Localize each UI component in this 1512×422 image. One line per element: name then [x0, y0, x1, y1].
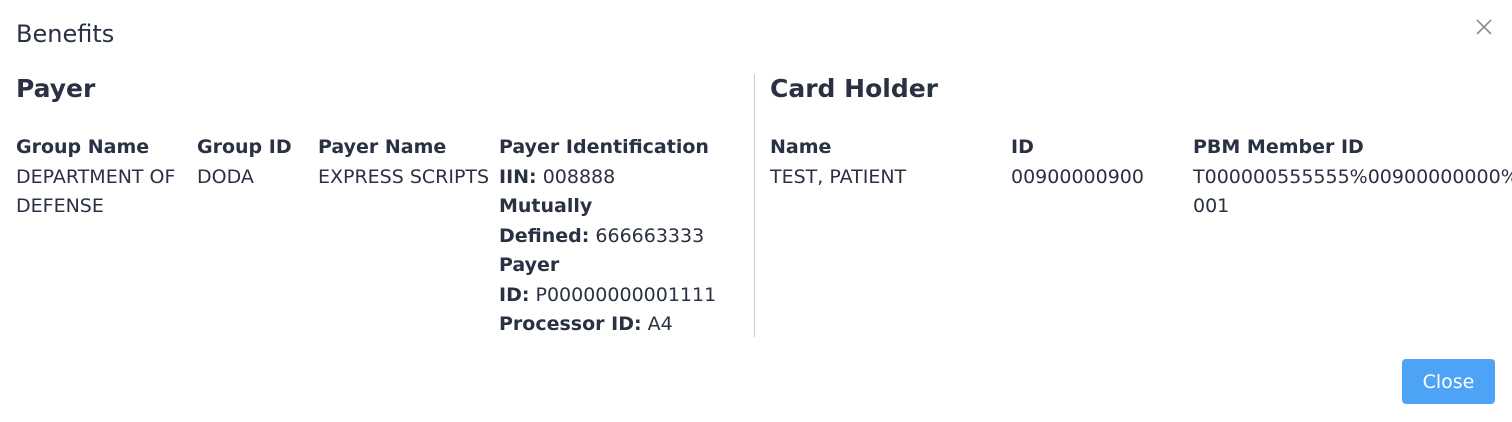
group-id-field: Group ID DODA — [197, 133, 292, 192]
payer-section-title: Payer — [16, 74, 96, 103]
dialog-title: Benefits — [16, 20, 115, 48]
holder-name-field: Name TEST, PATIENT — [770, 133, 906, 192]
processor-id-label: Processor ID: — [499, 313, 642, 335]
iin-label: IIN: — [499, 165, 537, 188]
card-holder-section-title: Card Holder — [770, 74, 938, 103]
payer-name-field: Payer Name EXPRESS SCRIPTS — [318, 133, 489, 192]
processor-id-line: Processor ID: A4 — [499, 310, 716, 340]
mutually-defined-label-line1: Mutually — [499, 195, 593, 217]
mutually-defined-label: Defined: — [499, 224, 590, 247]
mutually-defined-line: Defined: 666663333 — [499, 222, 716, 252]
payer-identification-label: Payer Identification — [499, 136, 709, 158]
pbm-member-id-value-line1: T000000555555%00900000000% — [1193, 165, 1512, 188]
holder-name-value: TEST, PATIENT — [770, 165, 907, 188]
holder-id-value: 00900000900 — [1011, 165, 1144, 188]
group-id-value: DODA — [197, 165, 254, 188]
group-name-label: Group Name — [16, 136, 150, 158]
group-name-value-line2: DEFENSE — [16, 195, 104, 217]
processor-id-value: A4 — [647, 313, 673, 335]
payer-id-value: P00000000001111 — [535, 283, 717, 306]
section-divider — [754, 74, 755, 337]
iin-value: 008888 — [542, 165, 616, 188]
benefits-dialog: Benefits Payer Group Name DEPARTMENT OF … — [0, 0, 1512, 422]
payer-name-label: Payer Name — [318, 136, 447, 158]
group-id-label: Group ID — [197, 136, 292, 158]
payer-identification-field: Payer Identification IIN: 008888 Mutuall… — [499, 133, 716, 340]
iin-line: IIN: 008888 — [499, 163, 716, 193]
holder-id-label: ID — [1011, 136, 1034, 158]
close-button[interactable]: Close — [1402, 359, 1495, 404]
mutually-defined-value: 666663333 — [595, 224, 705, 247]
pbm-member-id-value-line2: 001 — [1193, 195, 1230, 217]
group-name-field: Group Name DEPARTMENT OF DEFENSE — [16, 133, 175, 222]
close-icon[interactable] — [1474, 17, 1494, 37]
payer-name-value: EXPRESS SCRIPTS — [318, 165, 490, 188]
holder-name-label: Name — [770, 136, 832, 158]
holder-id-field: ID 00900000900 — [1011, 133, 1144, 192]
payer-id-label-line1: Payer — [499, 254, 560, 276]
pbm-member-id-label: PBM Member ID — [1193, 136, 1364, 158]
pbm-member-id-field: PBM Member ID T000000555555%00900000000%… — [1193, 133, 1512, 222]
payer-id-line: ID: P00000000001111 — [499, 281, 716, 311]
group-name-value-line1: DEPARTMENT OF — [16, 165, 176, 188]
payer-id-label: ID: — [499, 283, 530, 306]
